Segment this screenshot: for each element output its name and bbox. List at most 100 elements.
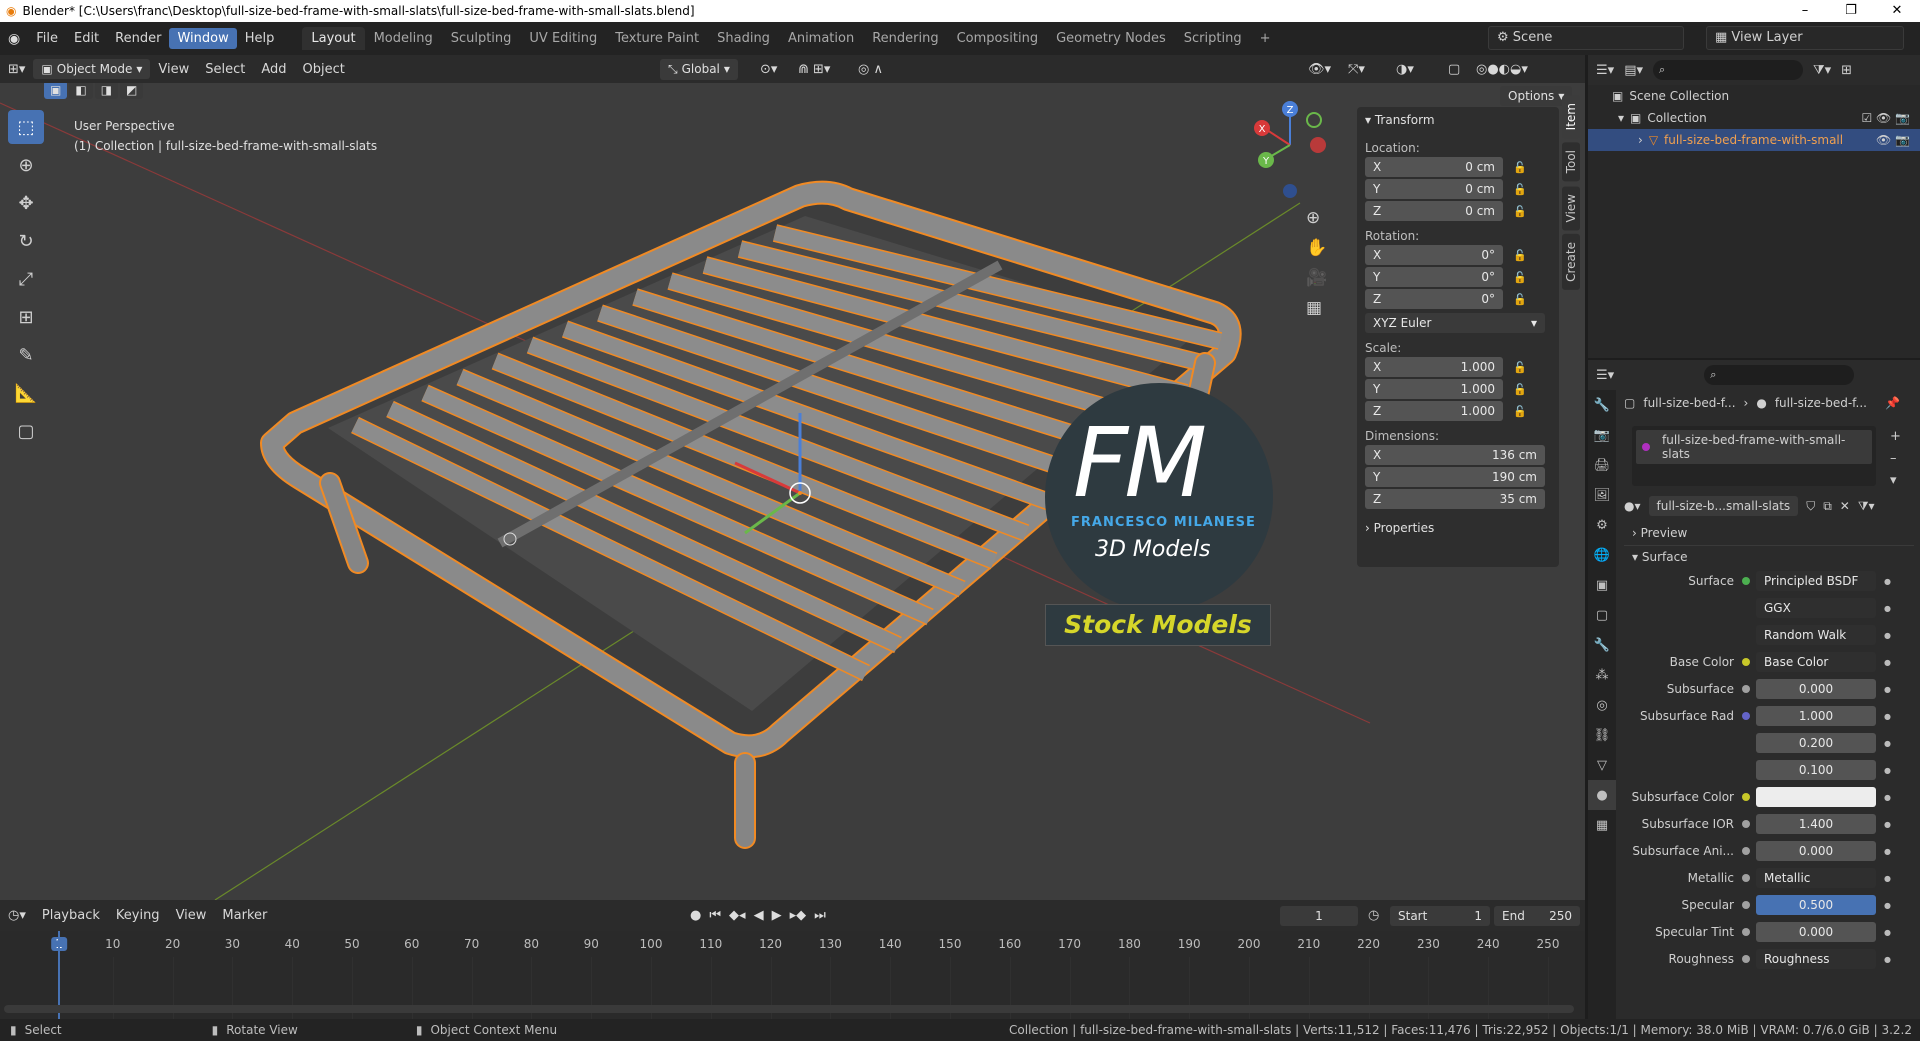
blender-menu-icon[interactable]: ◉: [0, 31, 28, 47]
menu-add[interactable]: Add: [253, 59, 294, 80]
material-filter-icon[interactable]: ⧩▾: [1858, 499, 1875, 514]
select-new-icon[interactable]: ▣: [44, 83, 68, 99]
menu-marker[interactable]: Marker: [214, 905, 275, 926]
output-props-icon[interactable]: 🖨: [1588, 450, 1616, 480]
add-slot-icon[interactable]: +: [1890, 426, 1901, 448]
property-field[interactable]: [1756, 787, 1876, 807]
menu-help[interactable]: Help: [237, 28, 283, 49]
menu-timeline-view[interactable]: View: [168, 905, 215, 926]
pan-hand-icon[interactable]: ✋: [1306, 238, 1327, 258]
properties-editor-icon[interactable]: ☰▾: [1596, 368, 1614, 383]
particles-props-icon[interactable]: ⁂: [1588, 660, 1616, 690]
measure-icon[interactable]: 📐: [8, 376, 44, 410]
outliner-object-row[interactable]: › ▽ full-size-bed-frame-with-small 👁 📷: [1588, 129, 1920, 151]
keyframe-dot-icon[interactable]: ●: [1884, 874, 1891, 883]
select-box-icon[interactable]: ⬚: [8, 110, 44, 144]
tab-sculpting[interactable]: Sculpting: [442, 27, 521, 50]
preview-panel-header[interactable]: › Preview: [1624, 520, 1914, 546]
display-mode-icon[interactable]: ▤▾: [1624, 63, 1643, 78]
select-extend-icon[interactable]: ◧: [69, 83, 93, 99]
modifier-props-icon[interactable]: 🔧: [1588, 630, 1616, 660]
tab-geometry-nodes[interactable]: Geometry Nodes: [1047, 27, 1175, 50]
menu-view[interactable]: View: [150, 59, 197, 80]
render-props-icon[interactable]: 📷: [1588, 420, 1616, 450]
tab-view[interactable]: View: [1562, 185, 1580, 231]
property-field[interactable]: 0.000: [1756, 922, 1876, 942]
transform-icon[interactable]: ⊞: [8, 300, 44, 334]
unlink-material-icon[interactable]: ✕: [1840, 499, 1850, 513]
outliner-search-input[interactable]: ⌕: [1653, 60, 1803, 80]
properties-search-input[interactable]: ⌕: [1704, 365, 1855, 385]
property-field[interactable]: 0.100: [1756, 760, 1876, 780]
property-field[interactable]: 0.500: [1756, 895, 1876, 915]
socket-dot-icon[interactable]: [1742, 901, 1750, 909]
keyframe-dot-icon[interactable]: ●: [1884, 658, 1891, 667]
menu-edit[interactable]: Edit: [66, 28, 107, 49]
editor-type-icon[interactable]: ⊞▾: [0, 59, 33, 80]
socket-dot-icon[interactable]: [1742, 658, 1750, 666]
keyframe-dot-icon[interactable]: ●: [1884, 847, 1891, 856]
play-reverse-icon[interactable]: ◀: [754, 908, 764, 923]
property-field[interactable]: 1.400: [1756, 814, 1876, 834]
outliner-scene-collection[interactable]: ▣ Scene Collection: [1588, 85, 1920, 107]
chevron-down-icon[interactable]: ▾: [1890, 470, 1901, 492]
menu-keying[interactable]: Keying: [108, 905, 168, 926]
collection-props-icon[interactable]: ▣: [1588, 570, 1616, 600]
record-icon[interactable]: ●: [690, 908, 701, 923]
material-slot-item[interactable]: full-size-bed-frame-with-small-slats: [1636, 430, 1872, 464]
texture-props-icon[interactable]: ▦: [1588, 810, 1616, 840]
gizmo-toggle-icon[interactable]: ⤧▾: [1340, 59, 1373, 80]
timeline-area[interactable]: 1102030405060708090100110120130140150160…: [0, 931, 1585, 1019]
object-props-icon[interactable]: ▢: [1588, 600, 1616, 630]
fake-user-icon[interactable]: ⛉: [1806, 499, 1815, 514]
keyframe-dot-icon[interactable]: ●: [1884, 901, 1891, 910]
view-layer-selector[interactable]: ▦ View Layer: [1706, 26, 1904, 50]
xray-toggle-icon[interactable]: ▢: [1440, 59, 1468, 80]
timeline-scrollbar[interactable]: [4, 1005, 1574, 1013]
tab-tool[interactable]: Tool: [1562, 142, 1580, 182]
menu-render[interactable]: Render: [107, 28, 169, 49]
3d-viewport[interactable]: Z X Y User Perspective (1) Collection | …: [0, 83, 1585, 900]
add-workspace-icon[interactable]: +: [1251, 27, 1280, 50]
keyframe-dot-icon[interactable]: ●: [1884, 685, 1891, 694]
lock-icon[interactable]: 🔓: [1513, 271, 1527, 284]
minimize-button[interactable]: –: [1782, 0, 1828, 22]
menu-playback[interactable]: Playback: [34, 905, 108, 926]
remove-slot-icon[interactable]: –: [1890, 448, 1901, 470]
mode-selector[interactable]: ▣ Object Mode ▾: [33, 59, 151, 79]
duplicate-material-icon[interactable]: ⧉: [1823, 499, 1832, 514]
annotate-icon[interactable]: ✎: [8, 338, 44, 372]
socket-dot-icon[interactable]: [1742, 928, 1750, 936]
lock-icon[interactable]: 🔓: [1513, 383, 1527, 396]
menu-file[interactable]: File: [28, 28, 66, 49]
keyframe-dot-icon[interactable]: ●: [1884, 604, 1891, 613]
scale-z-field[interactable]: Z 1.000: [1365, 401, 1503, 421]
dimensions-y-field[interactable]: Y 190 cm: [1365, 467, 1545, 487]
tab-item[interactable]: Item: [1562, 95, 1580, 139]
select-subtract-icon[interactable]: ◨: [94, 83, 119, 99]
keyframe-dot-icon[interactable]: ●: [1884, 955, 1891, 964]
tab-animation[interactable]: Animation: [779, 27, 863, 50]
tab-uv-editing[interactable]: UV Editing: [520, 27, 606, 50]
tab-layout[interactable]: Layout: [302, 27, 365, 50]
rotation-y-field[interactable]: Y 0°: [1365, 267, 1503, 287]
stopwatch-icon[interactable]: ◷: [1368, 908, 1379, 923]
scene-props-icon[interactable]: ⚙: [1588, 510, 1616, 540]
keyframe-dot-icon[interactable]: ●: [1884, 712, 1891, 721]
object-toggles[interactable]: 👁 📷: [1876, 133, 1910, 147]
zoom-icon[interactable]: ⊕: [1306, 208, 1327, 228]
property-field[interactable]: 1.000: [1756, 706, 1876, 726]
transform-orientation-dropdown[interactable]: ⤡ Global ▾: [660, 58, 738, 80]
snap-icon[interactable]: ⋒ ⊞▾: [790, 59, 838, 80]
scale-icon[interactable]: ⤢: [8, 262, 44, 296]
tab-create[interactable]: Create: [1562, 234, 1580, 290]
socket-dot-icon[interactable]: [1742, 577, 1750, 585]
move-icon[interactable]: ✥: [8, 186, 44, 220]
proportional-editing-icon[interactable]: ◎ ∧: [850, 59, 891, 80]
jump-start-icon[interactable]: ⏮: [709, 908, 721, 923]
keyframe-dot-icon[interactable]: ●: [1884, 577, 1891, 586]
socket-dot-icon[interactable]: [1742, 874, 1750, 882]
current-frame-field[interactable]: 1: [1280, 905, 1358, 926]
property-field[interactable]: Metallic: [1756, 868, 1876, 888]
new-collection-icon[interactable]: ⊞: [1841, 63, 1852, 78]
